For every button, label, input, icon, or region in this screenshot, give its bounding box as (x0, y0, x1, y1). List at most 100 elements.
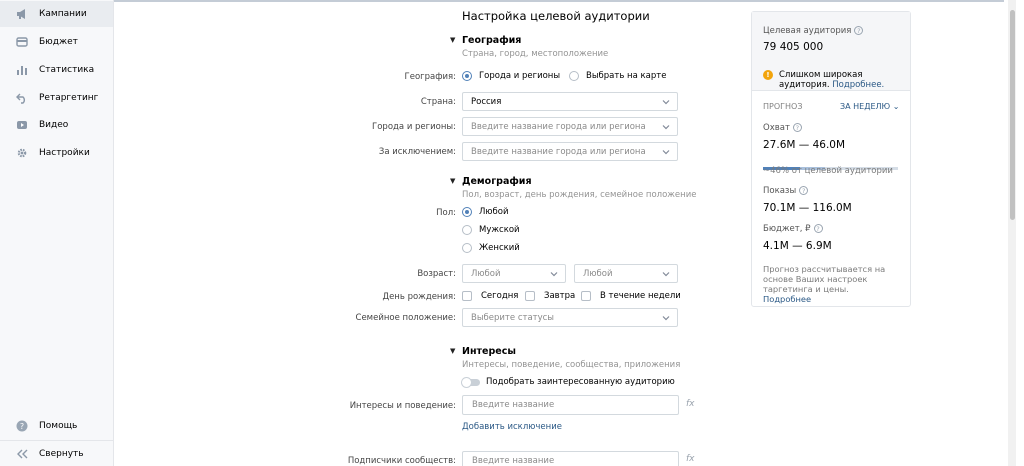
gender-label: Пол: (436, 208, 456, 218)
radio-label: Мужской (479, 225, 520, 235)
exclude-label: За исключением: (378, 147, 456, 157)
help-label: Помощь (39, 421, 78, 431)
section-subtitle-interests: Интересы, поведение, сообщества, приложе… (462, 360, 681, 370)
age-from-value: Любой (471, 268, 501, 279)
gear-icon (16, 147, 28, 159)
section-title-demo[interactable]: Демография (462, 176, 532, 187)
family-placeholder: Выберите статусы (471, 312, 555, 323)
checkbox-label: Завтра (544, 291, 576, 301)
budget-label-row: Бюджет, ₽? (763, 224, 823, 234)
sidebar-item-retargeting[interactable]: Ретаргетинг (0, 85, 113, 111)
impressions-value: 70.1M — 116.0M (763, 202, 852, 214)
sidebar-item-budget[interactable]: Бюджет (0, 29, 113, 55)
interested-audience-toggle[interactable]: Подобрать заинтересованную аудиторию (461, 376, 675, 388)
chevron-down-icon: ⌄ (892, 102, 900, 111)
radio-label: Любой (479, 207, 509, 217)
question-icon[interactable]: ? (813, 224, 823, 233)
collapse-triangle-icon[interactable]: ▼ (450, 36, 455, 44)
sidebar-item-campaigns[interactable]: Кампании (0, 1, 113, 27)
radio-gender-any[interactable]: Любой (462, 207, 509, 217)
audience-label-row: Целевая аудитория? (763, 26, 864, 36)
sidebar-item-label: Кампании (39, 9, 87, 19)
scrollbar-thumb[interactable] (1010, 10, 1015, 220)
collapse-button[interactable]: Свернуть (0, 441, 113, 466)
toggle-knob (461, 376, 472, 388)
audience-panel: Целевая аудитория? 79 405 000 ! Слишком … (751, 11, 911, 307)
behavior-placeholder: Введите название (472, 400, 555, 410)
page-title: Настройка целевой аудитории (462, 9, 650, 23)
checkbox-label: Сегодня (481, 291, 519, 301)
checkbox-today[interactable]: Сегодня (462, 291, 518, 301)
forecast-label: ПРОГНОЗ (763, 102, 803, 111)
warning-link[interactable]: Подробнее. (832, 80, 884, 90)
checkbox-label: В течение недели (600, 291, 681, 301)
subscribers-label: Подписчики сообществ: (347, 456, 456, 466)
question-icon[interactable]: ? (792, 123, 802, 132)
question-icon[interactable]: ? (854, 26, 864, 35)
bar-chart-icon (16, 64, 28, 76)
impressions-label-row: Показы? (763, 186, 809, 196)
section-subtitle-demo: Пол, возраст, день рождения, семейное по… (462, 190, 697, 200)
radio-gender-male[interactable]: Мужской (462, 225, 520, 235)
formula-icon[interactable]: fx (686, 399, 695, 409)
forecast-note-link[interactable]: Подробнее (763, 294, 811, 304)
toggle-track (461, 376, 480, 388)
country-value: Россия (471, 96, 502, 107)
sidebar-item-label: Ретаргетинг (39, 93, 99, 103)
formula-icon[interactable]: fx (686, 454, 695, 464)
forecast-note: Прогноз рассчитывается на основе Ваших н… (763, 264, 893, 304)
country-select[interactable]: Россия (462, 92, 678, 111)
age-label: Возраст: (417, 269, 456, 279)
geo-label: География: (404, 72, 456, 82)
chevron-down-icon (662, 100, 670, 105)
radio-dot (462, 225, 472, 235)
question-icon: ? (16, 420, 28, 432)
radio-gender-female[interactable]: Женский (462, 243, 520, 253)
sidebar-item-label: Настройки (39, 148, 90, 158)
subscribers-placeholder: Введите название (472, 456, 555, 466)
radio-regions[interactable]: Города и регионы (462, 71, 560, 81)
megaphone-icon (16, 8, 28, 20)
birthday-label: День рождения: (382, 292, 456, 302)
sidebar-item-label: Статистика (39, 65, 95, 75)
collapse-triangle-icon[interactable]: ▼ (450, 177, 455, 185)
add-exclusion-link[interactable]: Добавить исключение (462, 422, 562, 432)
age-to-value: Любой (583, 268, 613, 279)
radio-dot (569, 71, 579, 81)
sidebar-item-label: Бюджет (39, 37, 78, 47)
radio-map[interactable]: Выбрать на карте (569, 71, 666, 81)
chevron-down-icon (662, 316, 670, 321)
section-title-geo[interactable]: География (462, 35, 521, 46)
age-from-select[interactable]: Любой (462, 264, 566, 283)
question-icon[interactable]: ? (799, 186, 809, 195)
chevron-down-icon (662, 150, 670, 155)
section-subtitle-geo: Страна, город, местоположение (462, 49, 609, 59)
budget-label: Бюджет, ₽ (763, 224, 811, 234)
header-border (114, 0, 1004, 2)
age-to-select[interactable]: Любой (574, 264, 678, 283)
checkbox-tomorrow[interactable]: Завтра (525, 291, 575, 301)
radio-dot (462, 243, 472, 253)
behavior-input[interactable]: Введите название (462, 395, 679, 415)
reach-label-row: Охват? (763, 123, 802, 133)
chevron-down-icon (550, 272, 558, 277)
subscribers-input[interactable]: Введите название (462, 451, 679, 466)
exclude-input[interactable]: Введите название города или региона (462, 142, 678, 161)
cities-placeholder: Введите название города или региона (471, 121, 646, 132)
exclude-placeholder: Введите название города или региона (471, 146, 646, 157)
family-select[interactable]: Выберите статусы (462, 308, 678, 327)
sidebar-item-settings[interactable]: Настройки (0, 140, 113, 166)
toggle-label: Подобрать заинтересованную аудиторию (486, 377, 675, 387)
radio-dot (462, 207, 472, 217)
collapse-triangle-icon[interactable]: ▼ (450, 347, 455, 355)
sidebar-item-video[interactable]: Видео (0, 112, 113, 138)
checkbox-box (525, 291, 535, 301)
cities-input[interactable]: Введите название города или региона (462, 117, 678, 136)
checkbox-week[interactable]: В течение недели (581, 291, 681, 301)
help-button[interactable]: ? Помощь (0, 413, 113, 439)
sidebar-item-statistics[interactable]: Статистика (0, 57, 113, 83)
radio-label: Женский (479, 243, 520, 253)
period-dropdown[interactable]: ЗА НЕДЕЛЮ ⌄ (840, 102, 899, 111)
video-icon (16, 119, 28, 131)
section-title-interests[interactable]: Интересы (462, 346, 516, 357)
